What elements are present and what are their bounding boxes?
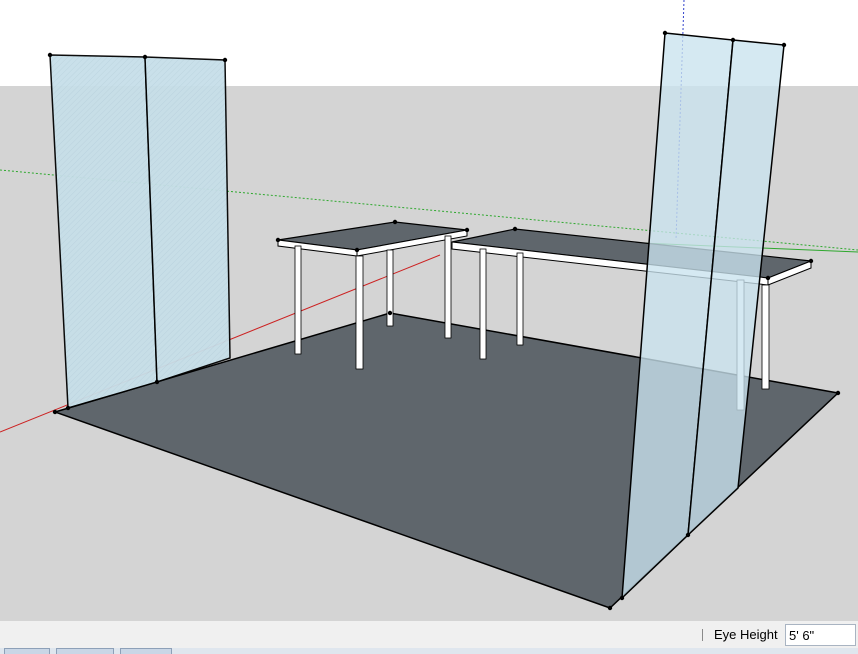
table-leg [294, 245, 302, 355]
taskbar-item[interactable] [120, 648, 172, 654]
table-leg [355, 255, 364, 370]
modeling-viewport[interactable] [0, 0, 858, 620]
scene-canvas[interactable] [0, 0, 858, 620]
table-leg [761, 284, 770, 390]
measurements-input[interactable] [785, 624, 856, 646]
table-leg [516, 252, 524, 346]
taskbar-item[interactable] [4, 648, 50, 654]
table-leg [444, 235, 452, 339]
left-glass-panel[interactable] [49, 54, 231, 409]
taskbar-strip [0, 648, 858, 654]
measurements-label: Eye Height [714, 627, 778, 642]
taskbar-item[interactable] [56, 648, 114, 654]
status-divider [702, 629, 703, 641]
table-leg [479, 248, 487, 360]
